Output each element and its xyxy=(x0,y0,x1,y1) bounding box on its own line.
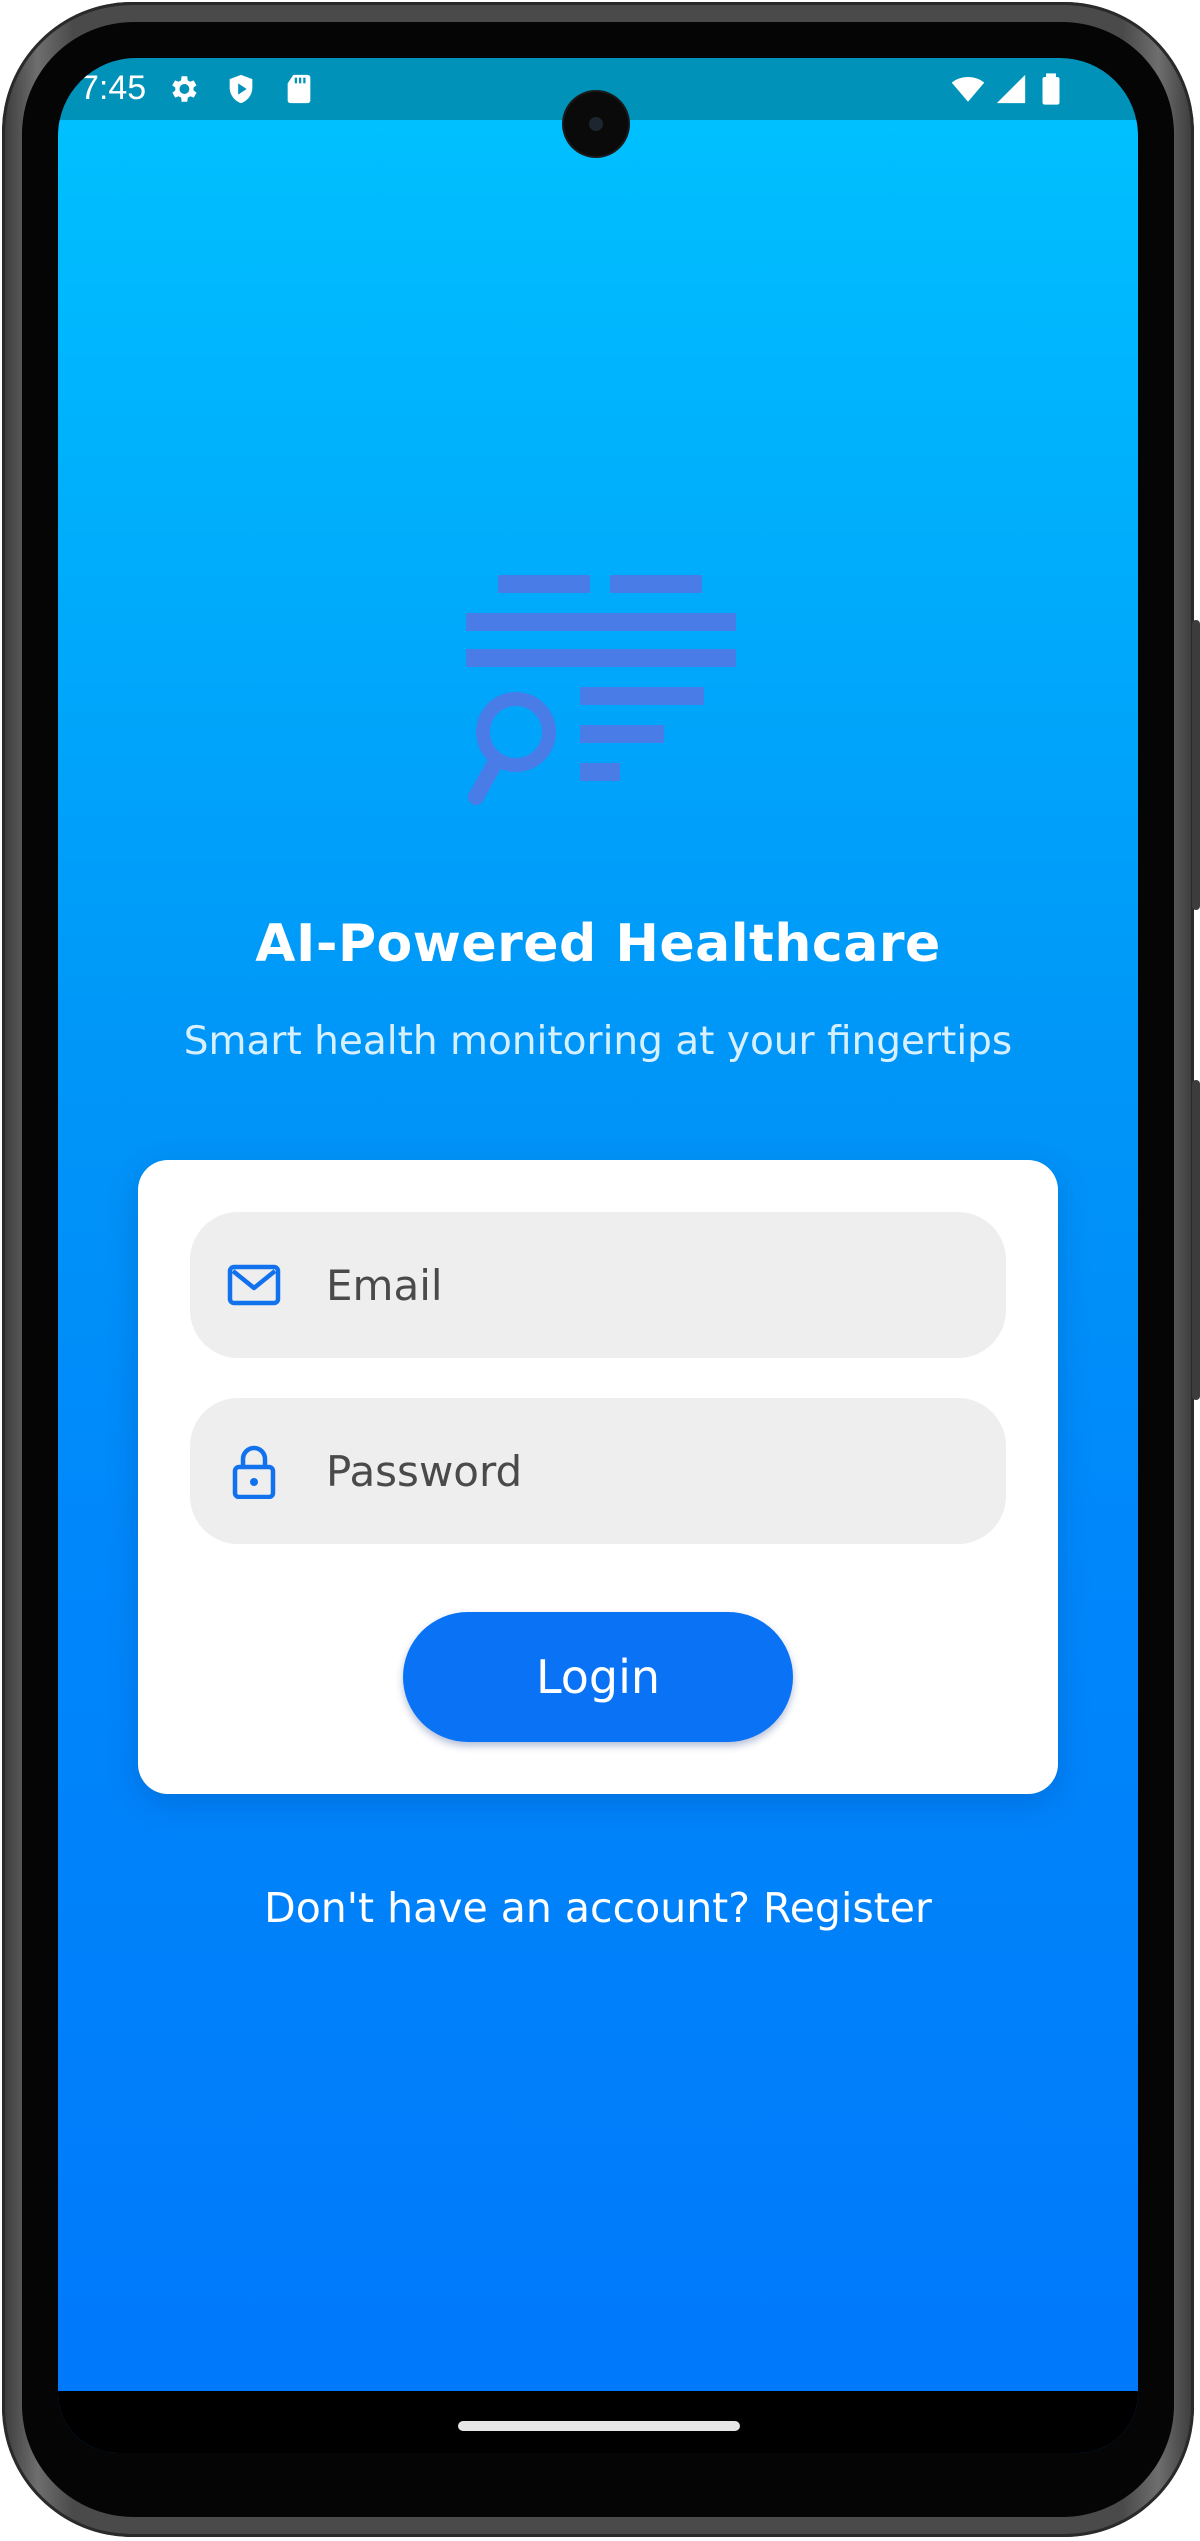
sd-card-icon xyxy=(287,74,311,104)
register-link[interactable]: Don't have an account? Register xyxy=(58,1882,1138,1934)
app-subtitle: Smart health monitoring at your fingerti… xyxy=(183,1019,1013,1064)
gesture-nav-bar xyxy=(58,2391,1138,2453)
volume-button xyxy=(1192,1080,1200,1400)
front-camera xyxy=(564,92,628,156)
wifi-icon xyxy=(951,76,985,102)
mail-icon xyxy=(227,1264,281,1306)
signal-icon xyxy=(996,74,1026,104)
login-card: Login xyxy=(138,1160,1058,1794)
settings-icon xyxy=(172,76,197,102)
phone-device: AI-Powered Healthcare Smart health monit… xyxy=(0,0,1200,2541)
status-time: 7:45 xyxy=(80,69,147,107)
lock-icon xyxy=(232,1445,276,1499)
health-search-logo-icon xyxy=(466,575,736,805)
email-input[interactable] xyxy=(326,1212,966,1358)
password-input[interactable] xyxy=(326,1398,966,1544)
shield-play-icon xyxy=(229,74,253,104)
home-indicator[interactable] xyxy=(458,2421,740,2431)
login-screen: AI-Powered Healthcare Smart health monit… xyxy=(58,120,1138,2453)
password-field[interactable] xyxy=(190,1398,1006,1544)
login-button[interactable]: Login xyxy=(403,1612,793,1742)
app-title: AI-Powered Healthcare xyxy=(255,914,941,974)
email-field[interactable] xyxy=(190,1212,1006,1358)
power-button xyxy=(1192,620,1200,910)
battery-icon xyxy=(1042,73,1060,105)
screen: AI-Powered Healthcare Smart health monit… xyxy=(58,58,1138,2453)
